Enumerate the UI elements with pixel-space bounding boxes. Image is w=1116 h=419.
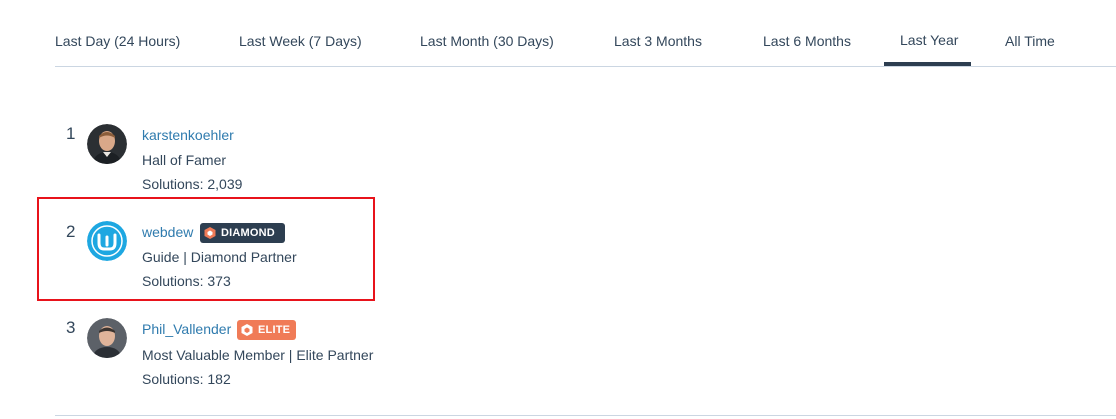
elite-badge-icon xyxy=(240,323,254,337)
diamond-partner-badge: DIAMOND xyxy=(200,223,285,243)
avatar-karstenkoehler[interactable] xyxy=(87,124,127,164)
badge-label: DIAMOND xyxy=(221,227,275,239)
avatar-webdew[interactable] xyxy=(87,221,127,261)
bottom-divider xyxy=(55,415,1116,416)
tab-last-3-months[interactable]: Last 3 Months xyxy=(614,33,702,49)
time-range-tabs: Last Day (24 Hours) Last Week (7 Days) L… xyxy=(55,0,1116,67)
tab-last-6-months[interactable]: Last 6 Months xyxy=(763,33,851,49)
solutions-count: Solutions: 2,039 xyxy=(142,176,243,192)
solutions-count: Solutions: 373 xyxy=(142,273,231,289)
active-tab-indicator xyxy=(884,62,971,66)
elite-partner-badge: ELITE xyxy=(237,320,296,340)
tab-all-time[interactable]: All Time xyxy=(1005,33,1055,49)
tab-last-year[interactable]: Last Year xyxy=(900,32,958,48)
tab-last-week[interactable]: Last Week (7 Days) xyxy=(239,33,362,49)
rank-number: 2 xyxy=(66,222,76,241)
username-link[interactable]: Phil_Vallender xyxy=(142,321,231,337)
member-title: Hall of Famer xyxy=(142,152,227,168)
member-title: Most Valuable Member | Elite Partner xyxy=(142,347,374,363)
tab-last-day[interactable]: Last Day (24 Hours) xyxy=(55,33,180,49)
username-link[interactable]: webdew xyxy=(142,224,193,240)
avatar-phil-vallender[interactable] xyxy=(87,318,127,358)
rank-number: 3 xyxy=(66,318,76,337)
member-title: Guide | Diamond Partner xyxy=(142,249,297,265)
badge-label: ELITE xyxy=(258,324,291,336)
tab-last-month[interactable]: Last Month (30 Days) xyxy=(420,33,554,49)
username-link[interactable]: karstenkoehler xyxy=(142,127,234,143)
solutions-count: Solutions: 182 xyxy=(142,371,231,387)
diamond-badge-icon xyxy=(203,226,217,240)
rank-number: 1 xyxy=(66,124,76,143)
